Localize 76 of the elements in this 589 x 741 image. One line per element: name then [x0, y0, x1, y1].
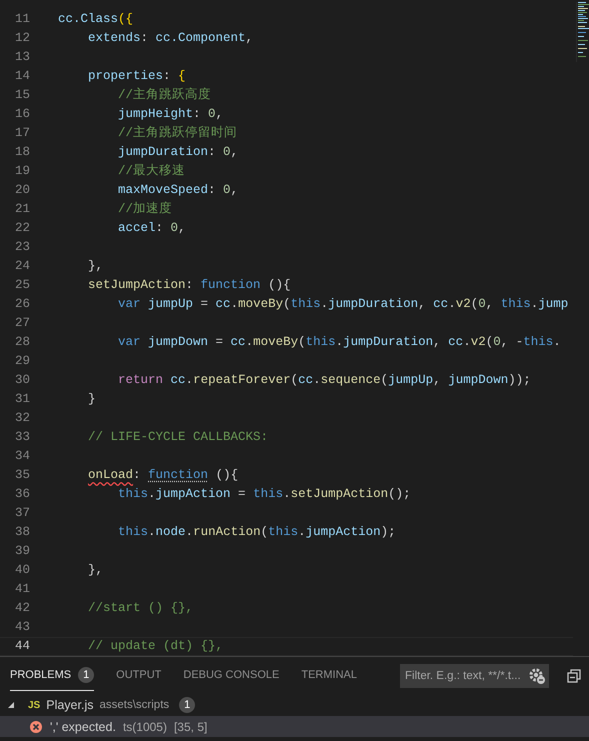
line-number: 15 [14, 87, 30, 104]
file-path: assets\scripts [99, 699, 170, 711]
filter-field[interactable]: Filter. E.g.: text, **/*.t... [400, 664, 549, 688]
code-line: jumpHeight: 0, [117, 106, 224, 123]
line-number: 18 [14, 144, 30, 161]
code-line: var jumpUp = cc.moveBy(this.jumpDuration, cc.v2(0, this.jump [117, 296, 568, 313]
line-number: 34 [14, 448, 30, 465]
line-number: 43 [14, 619, 30, 636]
code-line: //主角跳跃高度 [117, 86, 212, 104]
line-number: 31 [14, 391, 30, 408]
line-number: 40 [14, 562, 30, 579]
line-number: 37 [14, 505, 30, 522]
line-number: 41 [14, 581, 30, 598]
line-number: 14 [14, 68, 30, 85]
code-line: setJumpAction: function (){ [87, 277, 291, 294]
code-line: maxMoveSpeed: 0, [117, 182, 238, 199]
filter-settings-icon[interactable] [528, 666, 546, 684]
line-number: 22 [14, 220, 30, 237]
line-number: 32 [14, 410, 30, 427]
line-number: 26 [14, 296, 30, 313]
code-line: // LIFE-CYCLE CALLBACKS: [87, 429, 268, 446]
code-line: onLoad: function (){ [87, 467, 238, 484]
line-number: 30 [14, 372, 30, 389]
line-number: 12 [14, 30, 30, 47]
line-number: 11 [14, 11, 30, 28]
panel-tab[interactable]: PROBLEMS 1 [10, 660, 94, 690]
line-number: 23 [14, 239, 30, 256]
collapse-all-icon[interactable] [567, 668, 581, 682]
code-line: // update (dt) {}, [87, 638, 224, 655]
line-number: 39 [14, 543, 30, 560]
problem-code: ts(1005) [122, 720, 167, 734]
expand-arrow-icon[interactable] [7, 701, 15, 709]
line-number: 27 [14, 315, 30, 332]
file-name[interactable]: Player.js [46, 698, 94, 712]
line-number: 21 [14, 201, 30, 218]
line-number: 35 [14, 467, 30, 484]
line-number: 29 [14, 353, 30, 370]
panel-tab[interactable]: OUTPUT [116, 660, 162, 690]
code-line: properties: { [87, 68, 186, 85]
code-line: extends: cc.Component, [87, 30, 254, 47]
line-number: 24 [14, 258, 30, 275]
file-type-icon: JS [28, 700, 40, 710]
line-number: 25 [14, 277, 30, 294]
line-number: 38 [14, 524, 30, 541]
problem-message: ',' expected. [50, 720, 116, 734]
line-number: 36 [14, 486, 30, 503]
code-line: var jumpDown = cc.moveBy(this.jumpDuration, cc.v2(0, -this. [117, 334, 561, 351]
line-number: 42 [14, 600, 30, 617]
code-line: //主角跳跃停留时间 [117, 124, 238, 142]
line-number: 44 [14, 638, 30, 655]
error-icon [29, 720, 43, 734]
line-number: 28 [14, 334, 30, 351]
code-line: //最大移速 [117, 162, 186, 180]
line-number: 33 [14, 429, 30, 446]
code-line: cc.Class({ [58, 11, 134, 28]
line-number: 16 [14, 106, 30, 123]
panel-tab[interactable]: DEBUG CONSOLE [183, 660, 280, 690]
code-line: } [87, 391, 96, 408]
line-number: 13 [14, 49, 30, 66]
code-line: //start () {}, [87, 600, 194, 617]
problem-item[interactable]: ',' expected. ts(1005) [35, 5] [0, 716, 589, 737]
code-line: jumpDuration: 0, [117, 144, 238, 161]
line-number: 20 [14, 182, 30, 199]
problem-location: [35, 5] [174, 720, 208, 734]
panel-tab[interactable]: TERMINAL [301, 660, 357, 690]
code-line: this.jumpAction = this.setJumpAction(); [117, 486, 411, 503]
code-line: accel: 0, [117, 220, 186, 237]
line-number: 17 [14, 125, 30, 142]
minimap-drawing[interactable] [576, 2, 589, 62]
code-line: }, [87, 258, 104, 275]
code-line: this.node.runAction(this.jumpAction); [117, 524, 396, 541]
code-line: //加速度 [117, 200, 172, 218]
code-line: return cc.repeatForever(cc.sequence(jumpUp, jumpDown)); [117, 372, 531, 389]
problem-count: 1 [179, 697, 196, 713]
line-number: 19 [14, 163, 30, 180]
code-line: }, [87, 562, 104, 579]
